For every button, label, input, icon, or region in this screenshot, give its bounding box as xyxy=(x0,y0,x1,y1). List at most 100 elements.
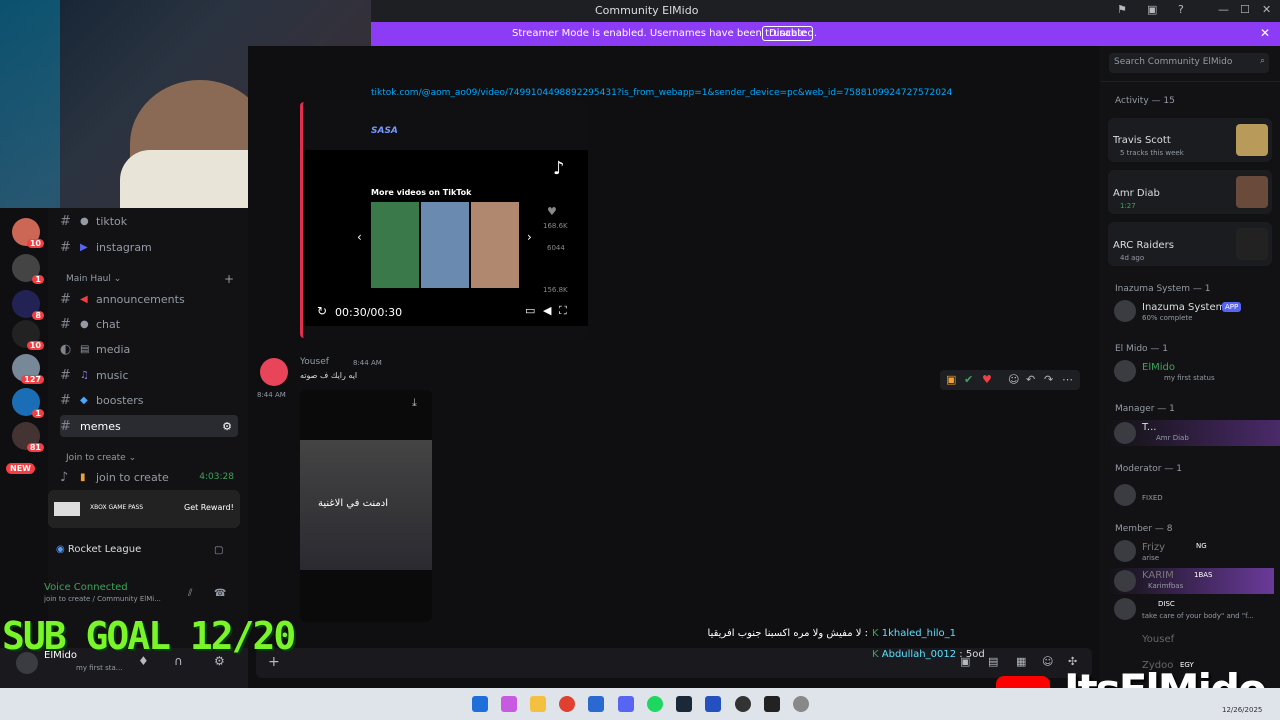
tiktok-link[interactable]: tiktok.com/@aom_ao09/video/7499104498892… xyxy=(371,88,1091,98)
forward-icon[interactable]: ↷ xyxy=(1044,373,1053,386)
copilot-icon[interactable] xyxy=(501,696,517,712)
replay-icon[interactable]: ↻ xyxy=(317,304,327,318)
screen-icon[interactable]: ▣ xyxy=(1147,3,1157,16)
server-icon[interactable]: 10 xyxy=(12,320,44,350)
video-time: 00:30/00:30 xyxy=(335,306,403,319)
discord-icon[interactable] xyxy=(618,696,634,712)
channel-tiktok[interactable]: # ● tiktok xyxy=(60,210,238,232)
avatar[interactable] xyxy=(1114,484,1136,506)
member-row[interactable]: T... Amr Diab xyxy=(1108,420,1280,446)
start-icon[interactable] xyxy=(472,696,488,712)
emoji-icon[interactable]: ☺ xyxy=(1008,373,1019,386)
thumbnail[interactable] xyxy=(421,202,469,288)
settings-app-icon[interactable] xyxy=(793,696,809,712)
embed-author[interactable]: SASA xyxy=(371,126,398,136)
channel-label: tiktok xyxy=(96,214,128,228)
server-icon[interactable]: 8 xyxy=(12,290,44,320)
close-icon[interactable]: ✕ xyxy=(1260,26,1270,40)
sticker-icon[interactable]: ▦ xyxy=(1016,655,1026,668)
server-icon[interactable]: 81 xyxy=(12,422,44,452)
folder-icon[interactable] xyxy=(530,696,546,712)
avatar[interactable] xyxy=(1114,598,1136,620)
video-attachment[interactable]: ⤓ ادمنت في الاغنية xyxy=(300,390,432,622)
minimize-button[interactable]: — xyxy=(1218,3,1229,16)
more-icon[interactable]: ⋯ xyxy=(1062,373,1073,386)
channel-boosters[interactable]: # ◆ boosters xyxy=(60,389,238,411)
channel-music[interactable]: # ♫ music xyxy=(60,364,238,386)
category-join-to-create[interactable]: Join to create ⌄ xyxy=(66,453,136,463)
activity-card[interactable]: ARC Raiders 4d ago xyxy=(1108,222,1272,266)
group-header: Manager — 1 xyxy=(1115,404,1175,414)
fullscreen-icon[interactable]: ⛶ xyxy=(559,304,567,318)
channel-announcements[interactable]: # ◀ announcements xyxy=(60,288,238,310)
console-icon xyxy=(54,502,80,516)
avatar[interactable] xyxy=(260,358,288,386)
member-name[interactable]: Inazuma System xyxy=(1142,302,1225,313)
message-actions: ▣ ✔ ♥ ☺ ↶ ↷ ⋯ xyxy=(940,370,1080,390)
heart-reaction-icon[interactable]: ♥ xyxy=(982,373,992,386)
download-icon[interactable]: ⤓ xyxy=(412,396,417,410)
search-input[interactable]: Search Community ElMido ⌕ xyxy=(1109,53,1269,73)
chrome-icon[interactable] xyxy=(559,696,575,712)
channel-join-to-create[interactable]: ♪ ▮ join to create 4:03:28 xyxy=(60,466,238,488)
activity-card[interactable]: Travis Scott 5 tracks this week xyxy=(1108,118,1272,162)
member-row[interactable]: KARIM 1BAS Karimfbas xyxy=(1108,568,1274,594)
captions-icon[interactable]: ▭ xyxy=(525,304,535,317)
activity-game[interactable]: ◉ Rocket League xyxy=(56,544,141,555)
channel-media[interactable]: ◐ ▤ media xyxy=(60,338,238,360)
help-icon[interactable]: ? xyxy=(1178,3,1184,16)
spotify-icon[interactable] xyxy=(647,696,663,712)
message-author[interactable]: Yousef xyxy=(300,357,329,367)
channel-instagram[interactable]: # ▶ instagram xyxy=(60,236,238,258)
check-icon[interactable]: ✔ xyxy=(964,373,973,386)
promo-card[interactable]: XBOX GAME PASS Get Reward! xyxy=(48,490,240,528)
add-channel-icon[interactable]: + xyxy=(224,272,234,286)
channel-memes[interactable]: # memes ⚙ xyxy=(60,415,238,437)
server-icon[interactable]: 10 xyxy=(12,218,44,248)
comments-count: 6044 xyxy=(547,244,565,252)
next-icon[interactable]: › xyxy=(527,230,532,244)
tiktok-player[interactable]: More videos on TikTok ♪ ‹ › ♥ 168.6K 604… xyxy=(303,150,588,326)
badge: 10 xyxy=(26,239,44,248)
activity-card[interactable]: Amr Diab 1:27 xyxy=(1108,170,1272,214)
server-icon[interactable]: 1 xyxy=(12,388,44,418)
inbox-icon[interactable]: ⚑ xyxy=(1117,3,1127,16)
obs-icon[interactable] xyxy=(735,696,751,712)
avatar[interactable] xyxy=(1114,540,1136,562)
gift-icon[interactable]: ▣ xyxy=(946,373,956,386)
disconnect-icon[interactable]: ☎ xyxy=(214,588,226,599)
server-icon[interactable]: 127 xyxy=(12,354,44,384)
channel-label: media xyxy=(96,342,131,356)
screen-share-icon[interactable]: ▢ xyxy=(214,545,223,556)
avatar[interactable] xyxy=(1114,300,1136,322)
activity-header: Activity — 15 xyxy=(1115,96,1175,106)
member-name[interactable]: Frizy xyxy=(1142,542,1165,553)
member-name[interactable]: Yousef xyxy=(1142,634,1174,645)
store-icon[interactable] xyxy=(588,696,604,712)
gif-icon[interactable]: ▤ xyxy=(988,655,998,668)
steam-icon[interactable] xyxy=(676,696,692,712)
volume-icon[interactable]: ◀ xyxy=(543,304,551,317)
thumbnail[interactable] xyxy=(371,202,419,288)
category-main-haul[interactable]: Main Haul ⌄ xyxy=(66,274,121,284)
reply-icon[interactable]: ↶ xyxy=(1026,373,1035,386)
hash-icon: # xyxy=(60,392,71,408)
member-name: KARIM xyxy=(1142,570,1174,581)
shield-icon[interactable] xyxy=(705,696,721,712)
noise-icon[interactable]: ⫽ xyxy=(188,588,192,599)
settings-icon[interactable]: ⚙ xyxy=(222,420,232,433)
emoji-icon[interactable]: ☺ xyxy=(1042,655,1053,668)
thumbnail[interactable] xyxy=(471,202,519,288)
prev-icon[interactable]: ‹ xyxy=(357,230,362,244)
avatar[interactable] xyxy=(1114,360,1136,382)
member-name[interactable]: ElMido xyxy=(1142,362,1175,373)
server-icon[interactable]: 1 xyxy=(12,254,44,284)
maximize-button[interactable]: ☐ xyxy=(1240,3,1250,16)
epic-icon[interactable] xyxy=(764,696,780,712)
channel-chat[interactable]: # ● chat xyxy=(60,313,238,335)
album-art xyxy=(1236,124,1268,156)
avatar xyxy=(1114,422,1136,444)
get-reward-button[interactable]: Get Reward! xyxy=(184,503,234,512)
close-button[interactable]: ✕ xyxy=(1262,3,1271,16)
disable-button[interactable]: Disable xyxy=(762,26,814,41)
